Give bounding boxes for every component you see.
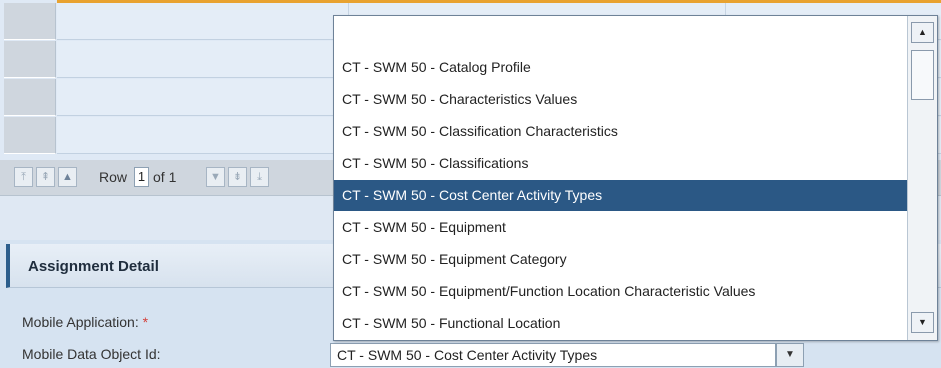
mobile-application-label-text: Mobile Application: <box>22 314 139 330</box>
pager-total: of 1 <box>153 169 177 185</box>
dropdown-option[interactable]: CT - SWM 50 - Equipment Category <box>334 244 907 275</box>
next-row-icon[interactable]: ▼ <box>206 167 225 187</box>
mobile-data-object-label: Mobile Data Object Id: <box>22 346 161 362</box>
required-marker: * <box>142 314 149 330</box>
row-selector[interactable] <box>4 117 56 154</box>
mobile-data-object-dropdown[interactable]: CT - SWM 50 - Catalog Profile CT - SWM 5… <box>333 15 938 341</box>
dropdown-scrollbar[interactable]: ▲ ▼ <box>907 16 937 340</box>
dropdown-option-empty[interactable] <box>334 20 907 51</box>
previous-page-icon[interactable]: ⇞ <box>36 167 55 187</box>
row-number-input[interactable]: 1 <box>134 167 149 187</box>
dropdown-option-selected[interactable]: CT - SWM 50 - Cost Center Activity Types <box>334 180 907 211</box>
first-page-icon[interactable]: ⤒ <box>14 167 33 187</box>
scroll-down-icon[interactable]: ▼ <box>911 312 934 333</box>
dropdown-option[interactable]: CT - SWM 50 - Equipment <box>334 212 907 243</box>
pager-row-label: Row <box>99 169 128 185</box>
dropdown-option[interactable]: CT - SWM 50 - Characteristics Values <box>334 84 907 115</box>
dropdown-option[interactable]: CT - SWM 50 - Classifications <box>334 148 907 179</box>
last-page-icon[interactable]: ⤓ <box>250 167 269 187</box>
row-selector[interactable] <box>4 3 56 40</box>
previous-row-icon[interactable]: ▲ <box>58 167 77 187</box>
next-page-icon[interactable]: ⇟ <box>228 167 247 187</box>
dropdown-option[interactable]: CT - SWM 50 - Functional Location <box>334 308 907 339</box>
select-value: CT - SWM 50 - Cost Center Activity Types <box>337 347 598 363</box>
mobile-application-label: Mobile Application: * <box>22 314 148 330</box>
dropdown-option[interactable]: CT - SWM 50 - Catalog Profile <box>334 52 907 83</box>
row-selector[interactable] <box>4 79 56 116</box>
dropdown-list: CT - SWM 50 - Catalog Profile CT - SWM 5… <box>334 16 907 340</box>
section-title: Assignment Detail <box>28 258 159 275</box>
dropdown-option[interactable]: CT - SWM 50 - Equipment/Function Locatio… <box>334 276 907 307</box>
scroll-thumb[interactable] <box>911 50 934 100</box>
scroll-up-icon[interactable]: ▲ <box>911 22 934 43</box>
mobile-data-object-select[interactable]: CT - SWM 50 - Cost Center Activity Types <box>330 343 776 367</box>
dropdown-option[interactable]: CT - SWM 50 - Classification Characteris… <box>334 116 907 147</box>
dropdown-toggle-button[interactable]: ▼ <box>776 343 804 367</box>
row-selector[interactable] <box>4 41 56 78</box>
